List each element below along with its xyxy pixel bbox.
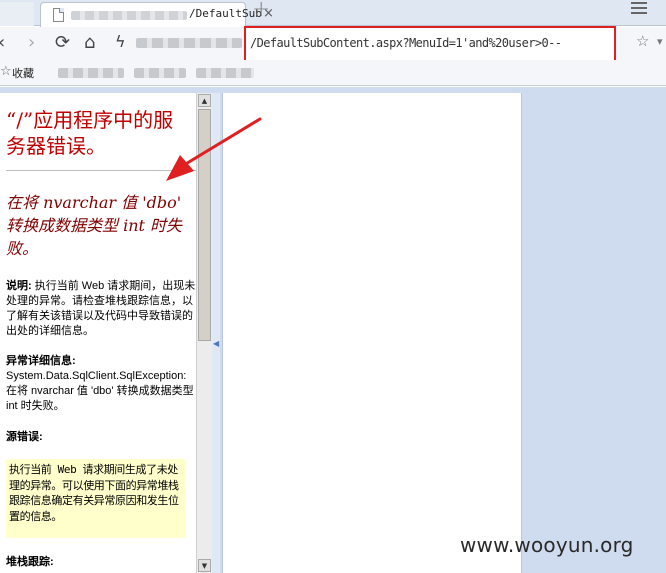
forward-icon[interactable]: ›	[28, 32, 35, 53]
annotation-arrow-icon	[166, 117, 262, 181]
address-blurred-host	[136, 38, 242, 48]
bookmark-item-blurred[interactable]	[196, 68, 254, 78]
tab-strip: /DefaultSubC × +	[0, 0, 666, 27]
hamburger-menu-icon[interactable]	[631, 2, 647, 14]
page-icon	[53, 8, 64, 22]
back-icon[interactable]: ‹	[0, 32, 5, 53]
description-label: 说明:	[6, 280, 32, 292]
exception-label: 异常详细信息:	[6, 355, 76, 367]
description-text: 执行当前 Web 请求期间，出现未处理的异常。请检查堆栈跟踪信息，以了解有关该错…	[6, 280, 196, 337]
collapse-arrow-icon[interactable]: ◀	[213, 339, 219, 348]
watermark: www.wooyun.org	[460, 533, 634, 557]
source-error-label: 源错误:	[6, 431, 43, 443]
tab-active[interactable]: /DefaultSubC ×	[40, 2, 274, 27]
bookmarks-bar: ☆ 收藏	[0, 60, 666, 86]
new-tab-plus-icon[interactable]: +	[252, 0, 270, 22]
refresh-icon[interactable]: ⟳	[55, 32, 70, 53]
exception-text: 在将 nvarchar 值 'dbo' 转换成数据类型 int 时失败。	[6, 385, 194, 412]
favorites-label[interactable]: 收藏	[12, 65, 34, 81]
tab-title: /DefaultSubC	[189, 7, 261, 20]
tab-blurred-host	[71, 11, 187, 20]
favorites-star-icon[interactable]: ☆	[0, 64, 12, 79]
page-content: “/”应用程序中的服务器错误。 在将 nvarchar 值 'dbo' 转换成数…	[0, 87, 666, 573]
error-heading: 在将 nvarchar 值 'dbo' 转换成数据类型 int 时失败。	[6, 193, 183, 258]
speed-mode-icon[interactable]: ϟ	[115, 32, 126, 51]
bookmark-item-blurred[interactable]	[58, 68, 124, 78]
tab-previous[interactable]	[0, 2, 34, 26]
bookmark-star-icon[interactable]: ☆	[636, 32, 649, 50]
exception-type: System.Data.SqlClient.SqlException:	[6, 370, 187, 382]
address-input[interactable]: /DefaultSubContent.aspx?MenuId=1'and%20u…	[250, 36, 612, 50]
home-icon[interactable]: ⌂	[84, 32, 95, 53]
scroll-down-icon[interactable]: ▼	[198, 559, 211, 572]
description-block: 说明: 执行当前 Web 请求期间，出现未处理的异常。请检查堆栈跟踪信息，以了解…	[6, 279, 196, 339]
stack-trace-label: 堆栈跟踪:	[6, 556, 54, 568]
chevron-down-icon[interactable]: ▾	[657, 35, 663, 48]
bookmark-item-blurred[interactable]	[134, 68, 186, 78]
source-error-box: 执行当前 Web 请求期间生成了未处理的异常。可以使用下面的异常堆栈跟踪信息确定…	[6, 459, 186, 538]
exception-block: 异常详细信息: System.Data.SqlClient.SqlExcepti…	[6, 354, 196, 414]
